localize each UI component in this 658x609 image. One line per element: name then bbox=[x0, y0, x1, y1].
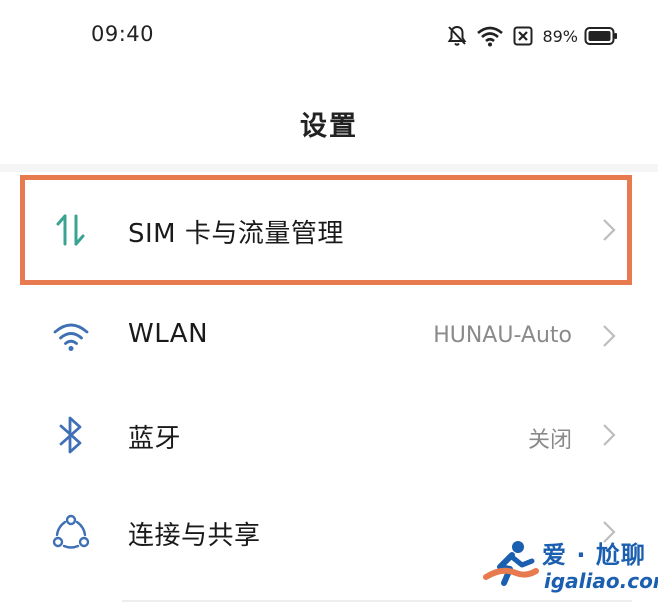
chevron-right-icon bbox=[603, 424, 616, 446]
settings-item-value: 关闭 bbox=[527, 428, 572, 453]
settings-item-label: 蓝牙 bbox=[128, 424, 182, 454]
battery-icon bbox=[584, 27, 617, 45]
status-icons: 89% bbox=[447, 24, 618, 48]
settings-item-value: HUNAU-Auto bbox=[433, 323, 572, 348]
status-bar: 09:40 89% bbox=[0, 0, 658, 70]
battery-percent: 89% bbox=[542, 26, 578, 46]
bluetooth-icon bbox=[59, 416, 82, 454]
settings-item-bluetooth[interactable]: 蓝牙 关闭 bbox=[0, 386, 658, 484]
watermark-title: 爱 · 尬聊 bbox=[542, 541, 646, 569]
bell-muted-icon bbox=[448, 25, 467, 46]
status-time: 09:40 bbox=[91, 22, 155, 46]
watermark-url: igaliao.com bbox=[544, 569, 658, 593]
settings-item-wlan[interactable]: WLAN HUNAU-Auto bbox=[0, 287, 658, 385]
page-title: 设置 bbox=[300, 111, 358, 142]
chevron-right-icon bbox=[603, 325, 616, 347]
sim-off-icon bbox=[513, 26, 533, 46]
wifi-icon bbox=[477, 26, 504, 47]
settings-item-label: WLAN bbox=[128, 319, 209, 349]
share-nodes-icon bbox=[52, 514, 90, 549]
runner-logo-icon bbox=[483, 541, 539, 586]
wifi-icon bbox=[53, 323, 89, 351]
section-divider bbox=[0, 164, 658, 172]
settings-item-label: 连接与共享 bbox=[128, 521, 261, 551]
highlight-box bbox=[20, 175, 632, 285]
watermark: 爱 · 尬聊 igaliao.com bbox=[482, 531, 658, 601]
